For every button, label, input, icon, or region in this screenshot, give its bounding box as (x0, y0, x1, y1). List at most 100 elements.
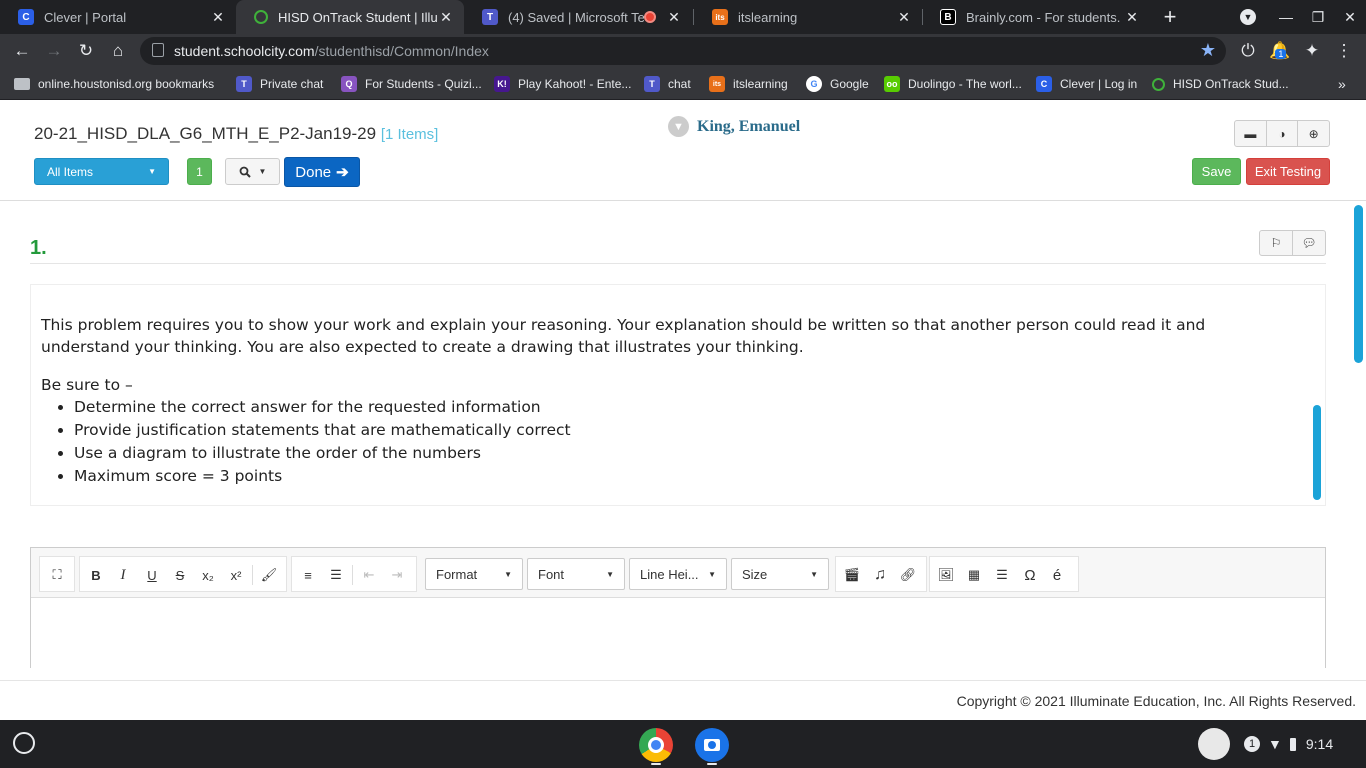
site-info-icon[interactable] (152, 43, 164, 57)
scrollbar-thumb[interactable] (1354, 205, 1363, 363)
list-item: Provide justification statements that ar… (74, 419, 1281, 442)
bookmark-kahoot[interactable]: K! Play Kahoot! - Ente... (494, 68, 631, 100)
close-tab-icon[interactable]: ✕ (1124, 9, 1140, 26)
outdent-icon[interactable]: ⇤ (359, 565, 379, 585)
bookmark-quizizz[interactable]: Q For Students - Quizi... (341, 68, 482, 100)
bookmark-label: Clever | Log in (1060, 77, 1138, 91)
bookmark-hisd-ontrack[interactable]: HISD OnTrack Stud... (1152, 68, 1289, 100)
tab-hisd-ontrack[interactable]: HISD OnTrack Student | Illumi ✕ (236, 0, 464, 34)
prompt-text: This problem requires you to show your w… (41, 314, 1281, 488)
tab-microsoft-teams[interactable]: T (4) Saved | Microsoft Team ✕ (464, 0, 692, 34)
bookmark-itslearning[interactable]: its itslearning (709, 68, 788, 100)
forward-button[interactable]: → (38, 34, 70, 68)
ordered-list-icon[interactable]: ≡ (298, 565, 318, 585)
power-extension-icon[interactable]: ⏻ (1232, 34, 1264, 68)
indent-icon[interactable]: ⇥ (387, 565, 407, 585)
bookmark-label: For Students - Quizi... (365, 77, 482, 91)
font-dropdown[interactable]: Font ▼ (527, 558, 625, 590)
teams-icon: T (236, 76, 252, 92)
close-tab-icon[interactable]: ✕ (896, 9, 912, 26)
italic-icon[interactable]: I (113, 565, 133, 585)
status-tray[interactable]: 1 ▼ 9:14 (1198, 720, 1333, 768)
camera-app-icon[interactable] (695, 728, 729, 762)
close-window-button[interactable]: ✕ (1334, 0, 1366, 34)
brainly-icon: B (940, 9, 956, 25)
video-icon[interactable]: 🎬︎ (842, 565, 862, 585)
done-button[interactable]: Done ➔ (284, 157, 360, 187)
close-tab-icon[interactable]: ✕ (210, 9, 226, 26)
reload-button[interactable]: ↻ (70, 34, 102, 68)
prompt-scrollbar[interactable] (1313, 405, 1321, 500)
ontrack-icon (254, 10, 268, 24)
special-character-icon[interactable]: Ω (1020, 565, 1040, 585)
save-button[interactable]: Save (1192, 158, 1241, 185)
maximize-button[interactable]: ❐ (1302, 0, 1334, 34)
zoom-icon[interactable]: ⊕ (1298, 121, 1329, 146)
bookmark-private-chat[interactable]: T Private chat (236, 68, 323, 100)
bookmark-folder[interactable]: online.houstonisd.org bookmarks (14, 68, 214, 100)
chevron-down-icon: ▼ (668, 116, 689, 137)
image-icon[interactable]: 🖼︎ (936, 565, 956, 585)
student-name: King, Emanuel (697, 117, 801, 135)
student-menu[interactable]: ▼ King, Emanuel (668, 116, 800, 137)
comment-icon[interactable]: 💬︎ (1293, 231, 1325, 255)
format-dropdown[interactable]: Format ▼ (425, 558, 523, 590)
menu-kebab-icon[interactable]: ⋮ (1328, 34, 1360, 68)
tab-brainly[interactable]: B Brainly.com - For students. By ✕ (922, 0, 1150, 34)
page-scrollbar[interactable] (1352, 201, 1366, 668)
bookmark-chat[interactable]: T chat (644, 68, 691, 100)
size-label: Size (742, 566, 768, 582)
extension-icon[interactable]: 🔔1 (1264, 34, 1296, 68)
size-dropdown[interactable]: Size ▼ (731, 558, 829, 590)
link-icon[interactable]: 🔗︎ (898, 565, 918, 585)
exit-testing-button[interactable]: Exit Testing (1246, 158, 1330, 185)
bookmark-label: Google (830, 77, 869, 91)
unordered-list-icon[interactable]: ☰ (326, 565, 346, 585)
minimize-button[interactable]: — (1270, 0, 1302, 34)
flag-icon[interactable]: ⚐ (1260, 231, 1293, 255)
clear-format-icon[interactable]: 🖌︎ (259, 565, 279, 585)
accent-character-icon[interactable]: é (1047, 565, 1067, 585)
table-icon[interactable]: ▦ (964, 565, 984, 585)
line-height-dropdown[interactable]: Line Hei... ▼ (629, 558, 727, 590)
back-button[interactable]: ← (6, 34, 38, 68)
home-button[interactable]: ⌂ (102, 34, 134, 68)
maximize-icon[interactable]: ⛶ (47, 565, 67, 585)
all-items-dropdown[interactable]: All Items ▼ (34, 158, 169, 185)
tab-clever-portal[interactable]: C Clever | Portal ✕ (0, 0, 236, 34)
subscript-icon[interactable]: x₂ (198, 565, 218, 585)
new-tab-button[interactable]: + (1154, 0, 1186, 34)
puzzle-extensions-icon[interactable]: ✦ (1296, 34, 1328, 68)
address-bar[interactable]: student.schoolcity.com/studenthisd/Commo… (140, 37, 1226, 65)
bookmark-star-icon[interactable]: ★ (1200, 40, 1216, 61)
prompt-intro: This problem requires you to show your w… (41, 316, 1206, 356)
close-tab-icon[interactable]: ✕ (438, 9, 454, 26)
tool-buttons: ▬ ◑ ⊕ (1234, 120, 1330, 147)
tab-search-button[interactable]: ▼ (1232, 0, 1264, 34)
bold-icon[interactable]: B (86, 565, 106, 585)
notification-count: 1 (1244, 736, 1260, 752)
underline-icon[interactable]: U (142, 565, 162, 585)
question-area: 1. ⚐ 💬︎ This problem requires you to sho… (0, 201, 1366, 668)
tab-itslearning[interactable]: its itslearning ✕ (694, 0, 922, 34)
list-item: Use a diagram to illustrate the order of… (74, 442, 1281, 465)
close-tab-icon[interactable]: ✕ (666, 9, 682, 26)
contrast-icon[interactable]: ◑ (1267, 121, 1299, 146)
briefcase-icon[interactable]: ▬ (1235, 121, 1267, 146)
bookmark-label: Duolingo - The worl... (908, 77, 1022, 91)
strikethrough-icon[interactable]: S (170, 565, 190, 585)
item-1-button[interactable]: 1 (187, 158, 212, 185)
bookmark-clever[interactable]: C Clever | Log in (1036, 68, 1137, 100)
audio-icon[interactable]: ♫ (870, 565, 890, 585)
bookmark-duolingo[interactable]: oo Duolingo - The worl... (884, 68, 1022, 100)
search-dropdown[interactable]: ▼ (225, 158, 280, 185)
launcher-button[interactable] (13, 732, 35, 754)
horizontal-rule-icon[interactable]: ☰ (992, 565, 1012, 585)
tab-title: HISD OnTrack Student | Illumi (278, 9, 438, 25)
caret-down-icon: ▼ (258, 167, 267, 176)
bookmark-google[interactable]: G Google (806, 68, 869, 100)
chrome-app-icon[interactable] (639, 728, 673, 762)
bookmarks-overflow-button[interactable]: » (1338, 68, 1346, 100)
editor-input[interactable] (31, 598, 1325, 668)
superscript-icon[interactable]: x² (226, 565, 246, 585)
